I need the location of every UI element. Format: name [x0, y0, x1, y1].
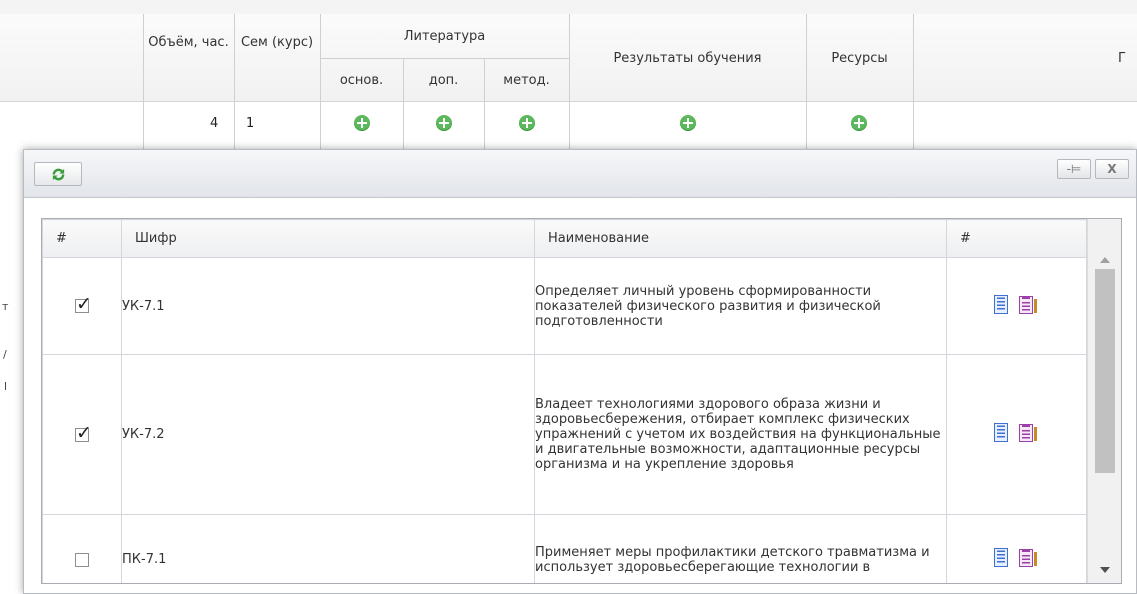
top-strip: [0, 0, 1137, 14]
document-icon[interactable]: [993, 294, 1008, 318]
background-fragment: l: [4, 380, 8, 393]
header-cut-off: Г: [1118, 51, 1126, 66]
scroll-up-arrow-icon[interactable]: [1100, 257, 1110, 263]
competencies-popup: -⊨ X # Шифр Наименование # УК-7.1: [23, 149, 1137, 594]
row-checkbox[interactable]: [75, 552, 89, 567]
close-button[interactable]: X: [1095, 159, 1129, 179]
competency-name: Применяет меры профилактики детского тра…: [534, 514, 947, 583]
header-learning-results: Результаты обучения: [613, 51, 762, 66]
document-icon[interactable]: [993, 423, 1008, 446]
header-semester: Сем (курс): [240, 35, 314, 50]
header-literature: Литература: [403, 29, 486, 44]
archive-icon[interactable]: [1018, 295, 1039, 318]
document-icon[interactable]: [993, 548, 1008, 571]
add-resources-button[interactable]: [851, 115, 867, 131]
add-methodical-literature-button[interactable]: [519, 115, 535, 131]
scroll-down-arrow-icon[interactable]: [1100, 567, 1110, 573]
column-header-name[interactable]: Наименование: [534, 219, 947, 258]
cell-semester: 1: [246, 116, 255, 131]
vertical-scrollbar[interactable]: [1087, 219, 1121, 583]
cell-volume: 4: [210, 116, 219, 131]
scrollbar-thumb[interactable]: [1095, 269, 1115, 473]
grid-line: [320, 58, 569, 59]
table-row[interactable]: УК-7.1 Определяет личный уровень сформир…: [42, 257, 1087, 355]
archive-icon[interactable]: [1018, 548, 1039, 571]
header-lit-additional: доп.: [428, 73, 459, 88]
archive-icon[interactable]: [1018, 423, 1039, 446]
refresh-icon: [52, 168, 65, 181]
competency-code: ПК-7.1: [121, 514, 535, 583]
table-row[interactable]: УК-7.2 Владеет технологиями здорового об…: [42, 354, 1087, 515]
header-lit-methodical: метод.: [503, 73, 550, 88]
add-additional-literature-button[interactable]: [436, 115, 452, 131]
competency-name: Определяет личный уровень сформированнос…: [534, 257, 947, 355]
close-icon: X: [1107, 162, 1117, 176]
add-main-literature-button[interactable]: [354, 115, 370, 131]
pin-button[interactable]: -⊨: [1057, 159, 1091, 179]
background-fragment: /: [3, 348, 7, 361]
competency-name: Владеет технологиями здорового образа жи…: [534, 354, 947, 515]
competency-code: УК-7.1: [121, 257, 535, 355]
table-row[interactable]: ПК-7.1 Применяет меры профилактики детск…: [42, 514, 1087, 583]
pin-icon: -⊨: [1066, 162, 1082, 176]
refresh-button[interactable]: [34, 162, 82, 186]
header-resources: Ресурсы: [831, 51, 888, 66]
add-learning-results-button[interactable]: [680, 115, 696, 131]
header-lit-main: основ.: [339, 73, 384, 88]
column-header-select[interactable]: #: [42, 219, 122, 258]
column-header-code[interactable]: Шифр: [121, 219, 535, 258]
competencies-grid: # Шифр Наименование # УК-7.1 Определяет …: [41, 218, 1122, 584]
row-checkbox[interactable]: [75, 422, 92, 444]
competency-code: УК-7.2: [121, 354, 535, 515]
row-checkbox[interactable]: [75, 293, 92, 315]
background-fragment: т: [2, 300, 9, 313]
header-volume: Объём, час.: [148, 35, 229, 50]
column-header-actions[interactable]: #: [946, 219, 1087, 258]
popup-toolbar: -⊨ X: [24, 150, 1136, 198]
